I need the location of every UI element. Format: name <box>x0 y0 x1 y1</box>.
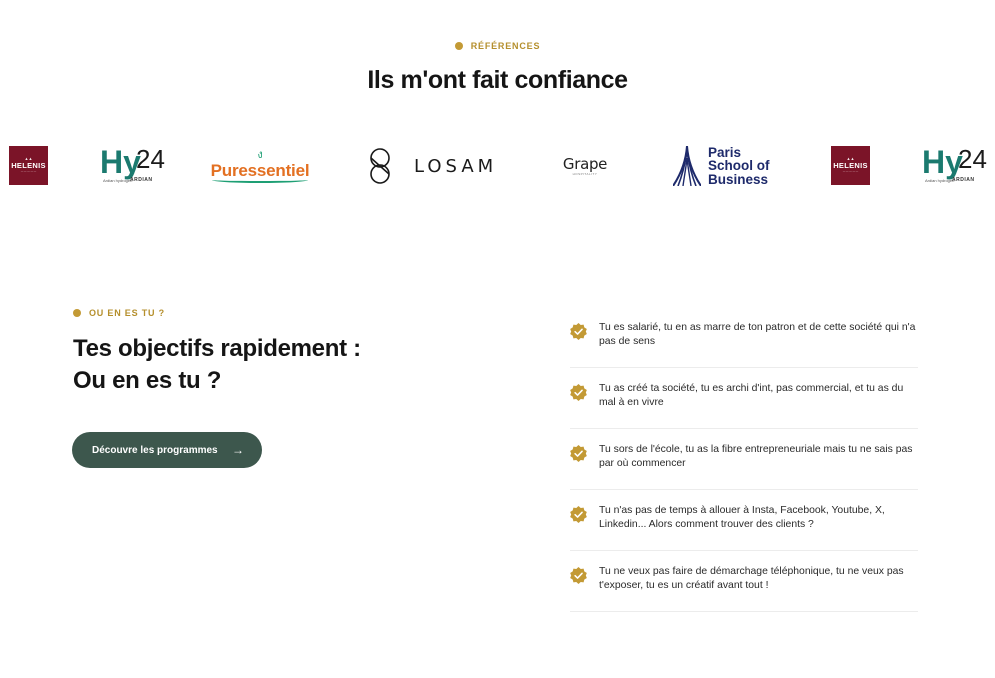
checklist-item-text: Tu n'as pas de temps à allouer à Insta, … <box>599 505 885 530</box>
gold-check-badge-icon <box>570 445 587 462</box>
objectives-title-line2: Ou en es tu ? <box>73 367 222 394</box>
gold-dot-icon <box>73 309 81 317</box>
hy24-logo-main: Hy <box>922 144 963 180</box>
hy24-logo-sub: Ardian hydrogen <box>925 178 955 183</box>
psb-logo-line2: School of <box>708 158 770 174</box>
objectives-checklist: Tu es salarié, tu en as marre de ton pat… <box>570 307 918 612</box>
discover-programs-label: Découvre les programmes <box>92 444 218 456</box>
objectives-title: Tes objectifs rapidement : Ou en es tu ? <box>73 333 433 397</box>
paris-school-of-business-logo: Paris School of Business <box>673 145 781 187</box>
hy24-logo-number: 24 <box>958 144 987 174</box>
gold-check-badge-icon <box>570 323 587 340</box>
eiffel-tower-icon <box>673 146 701 186</box>
hy24-logo: Hy 24 Ardian hydrogen ARDIAN <box>100 144 165 188</box>
grape-logo-text: Grape <box>562 154 608 173</box>
psb-logo-line3: Business <box>708 171 769 187</box>
hy24-logo-ardian: ARDIAN <box>130 177 153 183</box>
objectives-title-line1: Tes objectifs rapidement : <box>73 335 361 362</box>
objectives-eyebrow: OU EN ES TU ? <box>73 308 165 318</box>
references-title: Ils m'ont fait confiance <box>367 66 628 94</box>
checklist-item: Tu as créé ta société, tu es archi d'int… <box>570 368 918 429</box>
hy24-logo-ardian: ARDIAN <box>952 177 975 183</box>
helenis-logo-repeat: ▲▲ HELENIS — — — — — <box>831 146 870 185</box>
hy24-logo-repeat: Hy 24 Ardian hydrogen ARDIAN <box>922 144 987 188</box>
gold-dot-icon <box>454 42 463 50</box>
losam-mark-icon <box>370 148 390 184</box>
gold-check-badge-icon <box>570 506 587 523</box>
psb-logo-line1: Paris <box>708 144 742 160</box>
hy24-logo-main: Hy <box>100 144 141 180</box>
hy24-logo-sub: Ardian hydrogen <box>103 178 133 183</box>
checklist-item: Tu n'as pas de temps à allouer à Insta, … <box>570 490 918 551</box>
losam-logo-text: LOSAM <box>414 155 498 177</box>
references-eyebrow: RÉFÉRENCES <box>0 41 995 51</box>
objectives-eyebrow-label: OU EN ES TU ? <box>89 308 165 318</box>
leaf-swirl-icon: ง <box>257 148 263 161</box>
arrow-right-icon: → <box>232 443 244 457</box>
grape-logo: Grape HOSPITALITY <box>554 152 616 180</box>
references-eyebrow-label: RÉFÉRENCES <box>470 41 541 51</box>
checklist-item-text: Tu ne veux pas faire de démarchage télép… <box>599 566 904 591</box>
discover-programs-button[interactable]: Découvre les programmes → <box>72 432 262 468</box>
hy24-logo-number: 24 <box>136 144 165 174</box>
checklist-item: Tu sors de l'école, tu as la fibre entre… <box>570 429 918 490</box>
puressentiel-logo: ง Puressentiel <box>208 146 312 186</box>
checklist-item-text: Tu as créé ta société, tu es archi d'int… <box>599 383 904 408</box>
helenis-logo: ▲▲ HELENIS — — — — — <box>9 146 48 185</box>
gold-check-badge-icon <box>570 567 587 584</box>
checklist-item-text: Tu sors de l'école, tu as la fibre entre… <box>599 444 913 469</box>
checklist-item: Tu ne veux pas faire de démarchage télép… <box>570 551 918 612</box>
checklist-item: Tu es salarié, tu en as marre de ton pat… <box>570 307 918 368</box>
gold-check-badge-icon <box>570 384 587 401</box>
losam-logo: LOSAM <box>362 146 498 186</box>
helenis-logo-text: HELENIS <box>11 161 46 170</box>
grape-logo-tagline: HOSPITALITY <box>572 171 598 176</box>
checklist-item-text: Tu es salarié, tu en as marre de ton pat… <box>599 322 916 347</box>
helenis-logo-text: HELENIS <box>833 161 868 170</box>
